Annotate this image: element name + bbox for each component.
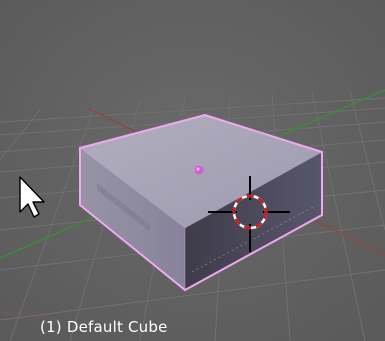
object-origin-icon bbox=[194, 165, 204, 175]
object-name-label: (1) Default Cube bbox=[40, 318, 168, 336]
viewport-canvas[interactable] bbox=[0, 0, 385, 341]
3d-viewport[interactable]: (1) Default Cube bbox=[0, 0, 385, 341]
